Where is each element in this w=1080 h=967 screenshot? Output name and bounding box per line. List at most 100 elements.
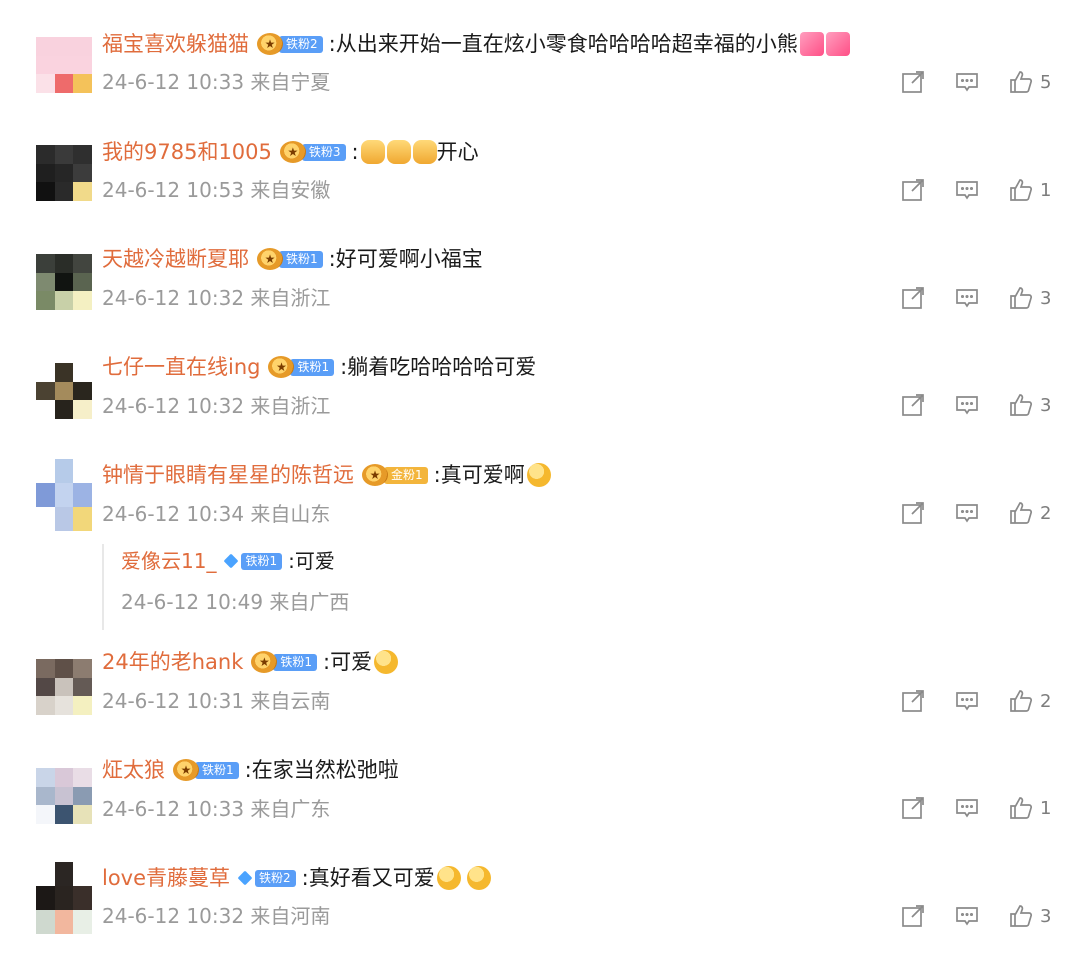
avatar[interactable] bbox=[36, 37, 92, 93]
comment-actions: 3 bbox=[872, 392, 1052, 418]
comment-button[interactable] bbox=[954, 795, 980, 821]
fan-badge[interactable]: ★ 铁粉1 bbox=[268, 356, 335, 378]
thumbs-up-icon bbox=[1010, 905, 1033, 927]
avatar-pixel bbox=[54, 507, 74, 531]
like-button[interactable]: 3 bbox=[1008, 285, 1052, 311]
avatar-pixel bbox=[54, 805, 74, 824]
comment-text: :从出来开始一直在炫小零食哈哈哈哈超幸福的小熊 bbox=[328, 32, 798, 56]
comment-meta: 24-6-12 10:32 来自河南 bbox=[102, 904, 331, 928]
avatar-pixel bbox=[36, 254, 55, 273]
avatar-pixel bbox=[73, 74, 92, 93]
share-icon bbox=[902, 394, 924, 416]
avatar-pixel bbox=[73, 886, 92, 910]
crown-icon: ★ bbox=[257, 33, 283, 55]
share-button[interactable] bbox=[900, 795, 926, 821]
share-button[interactable] bbox=[900, 177, 926, 203]
avatar[interactable] bbox=[36, 145, 92, 201]
avatar-pixel bbox=[73, 381, 92, 401]
share-button[interactable] bbox=[900, 688, 926, 714]
avatar-pixel bbox=[36, 145, 55, 164]
username[interactable]: 炡太狼 bbox=[102, 755, 165, 785]
avatar-pixel bbox=[36, 363, 55, 382]
share-icon bbox=[902, 690, 924, 712]
shy-face-emoji-icon bbox=[436, 866, 461, 890]
reply-thread[interactable]: 爱像云11_ 铁粉1 :可爱 24-6-12 10:49 来自广西 bbox=[102, 544, 604, 630]
comment-button[interactable] bbox=[954, 392, 980, 418]
fan-badge[interactable]: 铁粉2 bbox=[237, 867, 296, 889]
like-button[interactable]: 2 bbox=[1008, 500, 1052, 526]
avatar-pixel bbox=[36, 37, 55, 56]
avatar-pixel bbox=[36, 272, 55, 292]
like-button[interactable]: 2 bbox=[1008, 688, 1052, 714]
share-button[interactable] bbox=[900, 285, 926, 311]
comment-icon bbox=[956, 907, 978, 926]
heart-emoji-icon bbox=[825, 32, 850, 56]
avatar-pixel bbox=[54, 677, 74, 697]
username[interactable]: 福宝喜欢躲猫猫 bbox=[102, 29, 249, 59]
share-icon bbox=[902, 502, 924, 524]
fan-badge[interactable]: ★ 金粉1 bbox=[362, 464, 428, 486]
like-button[interactable]: 1 bbox=[1008, 795, 1052, 821]
comment-meta: 24-6-12 10:34 来自山东 bbox=[102, 502, 331, 526]
username[interactable]: 七仔一直在线ing bbox=[102, 352, 260, 382]
avatar-pixel bbox=[73, 862, 92, 886]
avatar-pixel bbox=[73, 37, 92, 56]
share-icon bbox=[902, 797, 924, 819]
comment-meta: 24-6-12 10:32 来自浙江 bbox=[102, 394, 331, 418]
like-button[interactable]: 1 bbox=[1008, 177, 1052, 203]
avatar-pixel bbox=[36, 55, 55, 75]
avatar[interactable] bbox=[36, 768, 92, 824]
share-button[interactable] bbox=[900, 392, 926, 418]
avatar-pixel bbox=[54, 768, 74, 787]
fan-badge[interactable]: ★ 铁粉1 bbox=[173, 759, 239, 781]
comment-button[interactable] bbox=[954, 69, 980, 95]
thumbs-up-icon bbox=[1010, 394, 1033, 416]
reply-username[interactable]: 爱像云11_ bbox=[121, 546, 216, 576]
like-button[interactable]: 5 bbox=[1008, 69, 1052, 95]
fan-badge[interactable]: ★ 铁粉1 bbox=[257, 248, 323, 270]
avatar-pixel bbox=[54, 74, 74, 93]
avatar-pixel bbox=[54, 163, 74, 183]
avatar-pixel bbox=[54, 459, 74, 483]
victory-hand-emoji-icon bbox=[360, 140, 385, 164]
avatar-pixel bbox=[54, 786, 74, 806]
fan-badge[interactable]: ★ 铁粉2 bbox=[257, 33, 323, 55]
avatar-pixel bbox=[73, 659, 92, 678]
share-button[interactable] bbox=[900, 500, 926, 526]
comment-button[interactable] bbox=[954, 903, 980, 929]
like-button[interactable]: 3 bbox=[1008, 903, 1052, 929]
username[interactable]: love青藤蔓草 bbox=[102, 863, 230, 893]
avatar[interactable] bbox=[36, 862, 92, 934]
share-icon bbox=[902, 71, 924, 93]
comment-button[interactable] bbox=[954, 177, 980, 203]
fan-badge[interactable]: 铁粉1 bbox=[224, 550, 283, 572]
comment-actions: 3 bbox=[872, 903, 1052, 929]
username[interactable]: 钟情于眼睛有星星的陈哲远 bbox=[102, 460, 354, 490]
username[interactable]: 24年的老hank bbox=[102, 647, 243, 677]
avatar-pixel bbox=[73, 363, 92, 382]
fan-badge[interactable]: ★ 铁粉1 bbox=[251, 651, 318, 673]
avatar[interactable] bbox=[36, 254, 92, 310]
comment-button[interactable] bbox=[954, 285, 980, 311]
share-button[interactable] bbox=[900, 903, 926, 929]
avatar[interactable] bbox=[36, 459, 92, 531]
username[interactable]: 天越冷越断夏耶 bbox=[102, 244, 249, 274]
avatar-pixel bbox=[54, 291, 74, 310]
avatar-pixel bbox=[36, 886, 55, 910]
fan-badge[interactable]: ★ 铁粉3 bbox=[279, 141, 346, 163]
comment-button[interactable] bbox=[954, 688, 980, 714]
avatar-pixel bbox=[73, 786, 92, 806]
victory-hand-emoji-icon bbox=[412, 140, 437, 164]
comment-meta: 24-6-12 10:33 来自宁夏 bbox=[102, 70, 331, 94]
avatar[interactable] bbox=[36, 363, 92, 419]
comment-button[interactable] bbox=[954, 500, 980, 526]
avatar[interactable] bbox=[36, 659, 92, 715]
comment-icon bbox=[956, 396, 978, 415]
comment-meta: 24-6-12 10:31 来自云南 bbox=[102, 689, 331, 713]
like-button[interactable]: 3 bbox=[1008, 392, 1052, 418]
avatar-pixel bbox=[73, 805, 92, 824]
avatar-pixel bbox=[36, 381, 55, 401]
share-button[interactable] bbox=[900, 69, 926, 95]
username[interactable]: 我的9785和1005 bbox=[102, 137, 272, 167]
crown-icon: ★ bbox=[362, 464, 388, 486]
